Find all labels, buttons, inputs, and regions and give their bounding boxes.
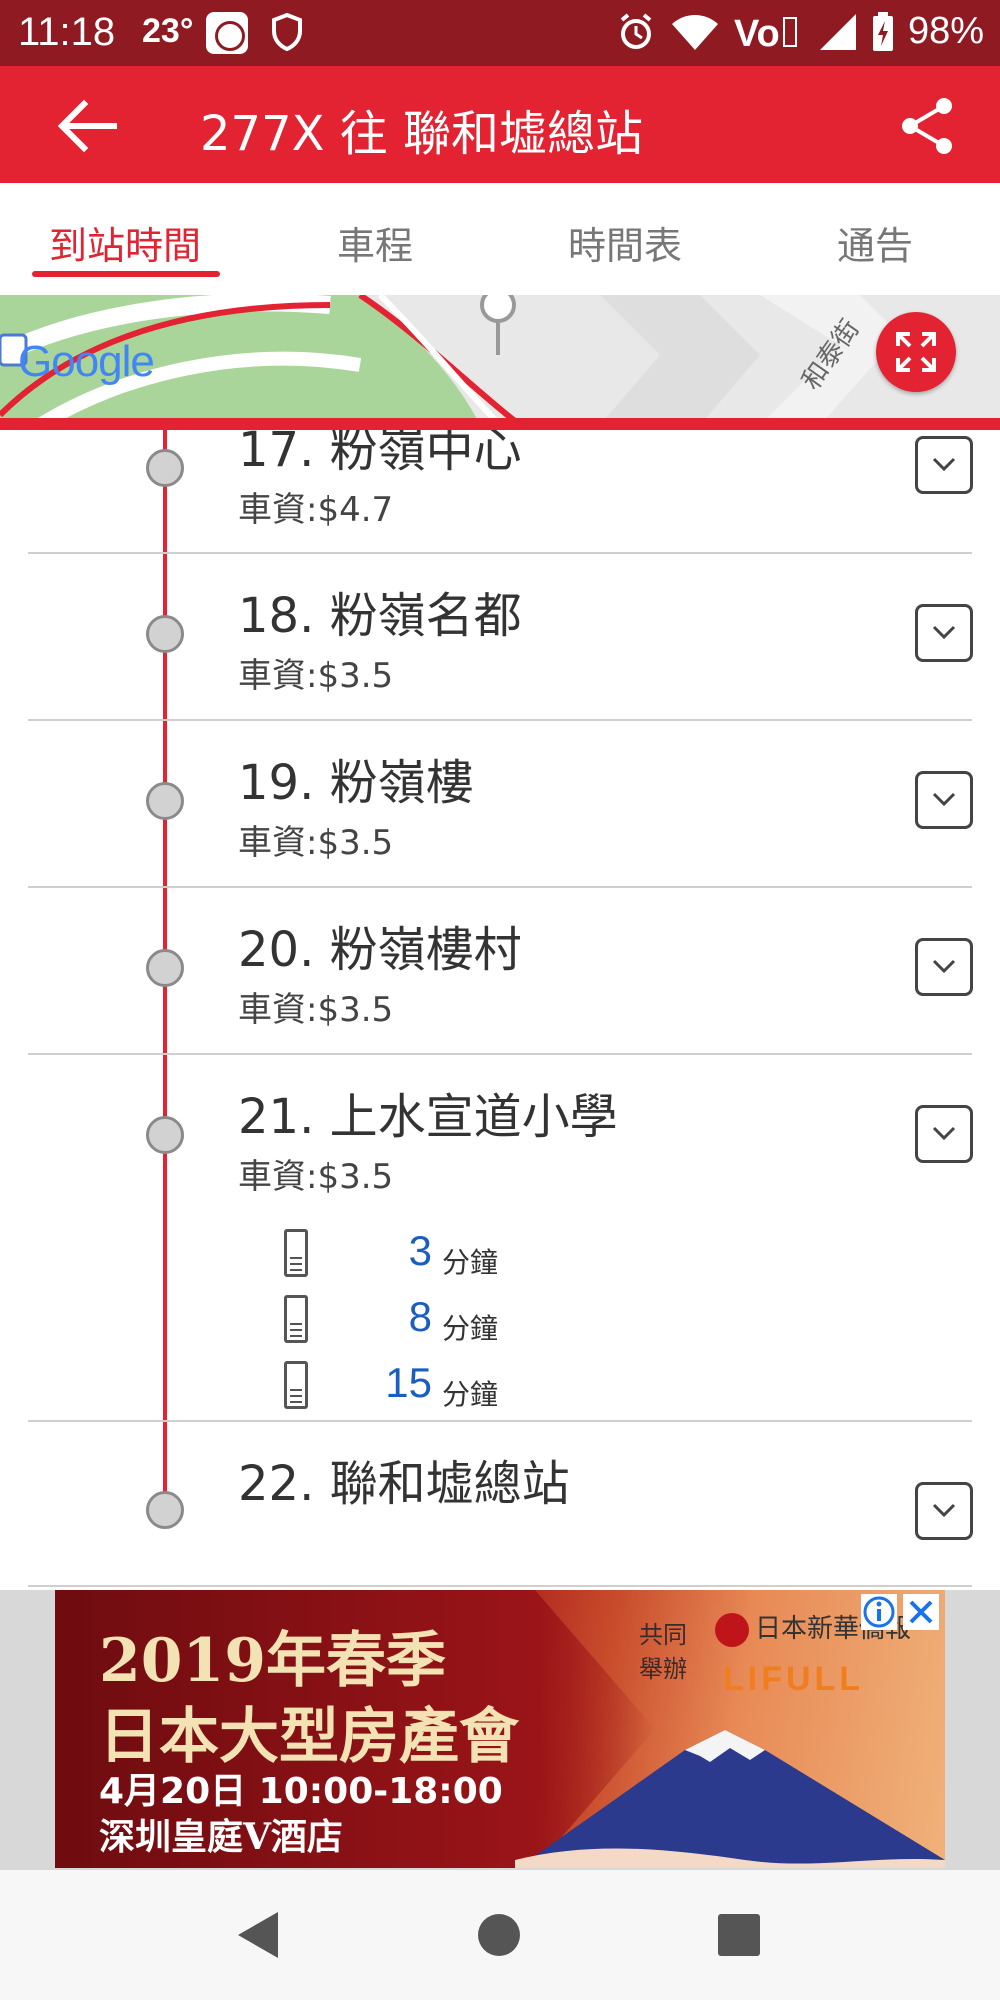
nav-back-icon[interactable] [234,1910,280,1960]
eta-minutes: 15 [385,1359,432,1406]
bus-icon [284,1361,308,1409]
eta-unit: 分鐘 [442,1312,499,1345]
eta-row: 3 分鐘 [280,1225,580,1281]
chevron-down-icon [932,792,956,807]
fullscreen-button[interactable] [876,312,956,392]
alarm-icon [620,12,652,49]
bus-icon [284,1295,308,1343]
divider [28,719,972,721]
fullscreen-icon [896,332,936,372]
signal-icon [819,13,856,50]
expand-button[interactable] [915,1482,973,1540]
eta-minutes: 3 [408,1227,432,1274]
expand-button[interactable] [915,771,973,829]
stop-dot [146,1116,184,1154]
stop-dot [146,449,184,487]
mountain-image [515,1730,945,1868]
lifull-logo-text: LIFULL [723,1660,865,1698]
tab-notice[interactable]: 通告 [750,215,1000,270]
eta-row: 15 分鐘 [280,1357,580,1413]
tab-journey[interactable]: 車程 [250,215,500,270]
tab-timetable[interactable]: 時間表 [500,215,750,270]
status-temperature: 23° [142,12,194,50]
stop-name: 17. 粉嶺中心 [238,430,522,478]
eta-row: 8 分鐘 [280,1291,580,1347]
stop-name: 20. 粉嶺樓村 [238,922,522,978]
chevron-down-icon [932,457,956,472]
expand-button[interactable] [915,938,973,996]
ad-cohost-label: 共同舉辦 [639,1621,687,1683]
app-bar: 277X 往 聯和墟總站 [0,66,1000,183]
ad-close-icon[interactable] [903,1594,939,1630]
share-icon[interactable] [898,96,958,156]
stop-dot [146,949,184,987]
stop-list[interactable]: 17. 粉嶺中心 車資:$4.7 18. 粉嶺名都 車資:$3.5 19. 粉嶺… [0,430,1000,1590]
stop-name: 22. 聯和墟總站 [238,1456,570,1512]
divider [28,886,972,888]
route-map[interactable]: Google 和泰街 [0,295,1000,425]
eta-minutes: 8 [408,1293,432,1340]
eta-unit: 分鐘 [442,1246,499,1279]
battery-charging-icon [872,11,893,51]
stop-fare: 車資:$4.7 [238,490,394,530]
divider [28,1420,972,1422]
status-time: 11:18 [18,10,116,54]
ad-venue: 深圳皇庭V酒店 [99,1816,343,1858]
ad-info-icon[interactable] [861,1594,897,1630]
stop-dot [146,615,184,653]
stop-name: 19. 粉嶺樓 [238,755,474,811]
tab-bar: 到站時間 車程 時間表 通告 [0,183,1000,295]
volte-icon: Vo [734,13,797,52]
shield-icon [272,12,302,52]
chevron-down-icon [932,1503,956,1518]
ad-headline: 2019年春季 [99,1626,446,1696]
active-tab-indicator [32,271,220,277]
nav-recents-icon[interactable] [718,1914,760,1956]
divider [28,1585,972,1587]
page-title: 277X 往 聯和墟總站 [200,106,644,162]
stop-name: 21. 上水宣道小學 [238,1089,618,1145]
chevron-down-icon [932,625,956,640]
stop-fare: 車資:$3.5 [238,990,394,1030]
stop-dot [146,1491,184,1529]
back-arrow-icon[interactable] [54,96,118,156]
wifi-icon [671,14,718,50]
mi-icon [206,12,248,54]
expand-button[interactable] [915,604,973,662]
chevron-down-icon [932,1126,956,1141]
google-logo: Google [18,337,155,386]
expand-button[interactable] [915,436,973,494]
status-bar: 11:18 23° Vo 98% [0,0,1000,66]
system-nav-bar [0,1870,1000,2000]
map-route-edge [0,418,1000,430]
stop-fare: 車資:$3.5 [238,656,394,696]
svg-text:Vo: Vo [734,13,780,52]
ad-date: 4月20日 10:00-18:00 [99,1771,503,1812]
tab-arrival-time[interactable]: 到站時間 [0,215,250,270]
ad-banner-area: 2019年春季 日本大型房產會 4月20日 10:00-18:00 深圳皇庭V酒… [0,1590,1000,1870]
status-right-icons: Vo 98% [616,10,984,53]
ad-banner[interactable]: 2019年春季 日本大型房產會 4月20日 10:00-18:00 深圳皇庭V酒… [55,1590,945,1868]
divider [28,552,972,554]
stop-fare: 車資:$3.5 [238,823,394,863]
divider [28,1053,972,1055]
chevron-down-icon [932,959,956,974]
bus-icon [284,1229,308,1277]
stop-dot [146,782,184,820]
expand-button[interactable] [915,1105,973,1163]
stop-name: 18. 粉嶺名都 [238,588,522,644]
battery-percent: 98% [907,10,984,52]
ad-sponsor-logo-2: LIFULL [723,1660,864,1699]
stop-fare: 車資:$3.5 [238,1157,394,1197]
nav-home-icon[interactable] [478,1914,520,1956]
eta-unit: 分鐘 [442,1378,499,1411]
sponsor-logo-icon [715,1612,749,1647]
